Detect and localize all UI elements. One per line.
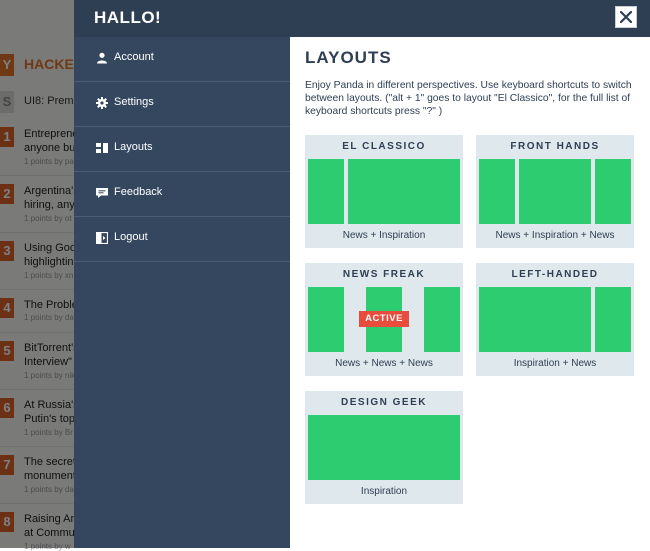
- layout-pane: [308, 287, 344, 352]
- settings-panel: HALLO! Account Settings Layouts Feedback…: [74, 0, 650, 548]
- layout-pane: [479, 287, 591, 352]
- layout-card-caption: Inspiration: [360, 486, 408, 497]
- layout-pane: [308, 159, 344, 224]
- layouts-content: LAYOUTS Enjoy Panda in different perspec…: [290, 37, 650, 548]
- sidebar-item-layouts[interactable]: Layouts: [74, 127, 290, 172]
- sidebar-item-feedback[interactable]: Feedback: [74, 172, 290, 217]
- sidebar-item-label: Logout: [114, 231, 148, 243]
- sidebar-item-label: Settings: [114, 96, 154, 108]
- gear-icon: [96, 97, 108, 109]
- layout-card-title: NEWS FREAK: [342, 269, 426, 280]
- sidebar-item-logout[interactable]: Logout: [74, 217, 290, 262]
- layout-pane: [308, 415, 460, 480]
- sidebar-item-settings[interactable]: Settings: [74, 82, 290, 127]
- layout-card-title: DESIGN GEEK: [341, 397, 427, 408]
- layout-pane: [479, 159, 515, 224]
- layout-card-design-geek[interactable]: DESIGN GEEK Inspiration: [305, 391, 463, 504]
- sidebar: Account Settings Layouts Feedback Logout: [74, 37, 290, 548]
- sidebar-item-label: Layouts: [114, 141, 153, 153]
- layouts-description: Enjoy Panda in different perspectives. U…: [305, 80, 632, 117]
- sidebar-item-label: Account: [114, 51, 154, 63]
- layout-card-front-hands[interactable]: FRONT HANDS News + Inspiration + News: [476, 135, 634, 248]
- page-title: LAYOUTS: [305, 48, 392, 67]
- layout-pane: [595, 159, 631, 224]
- sidebar-item-account[interactable]: Account: [74, 37, 290, 82]
- close-button[interactable]: [615, 6, 637, 28]
- panel-title: HALLO!: [94, 8, 162, 27]
- layout-icon: [96, 143, 108, 153]
- sidebar-item-label: Feedback: [114, 186, 163, 198]
- close-icon: [620, 11, 632, 23]
- layout-pane: [424, 287, 460, 352]
- layout-card-title: FRONT HANDS: [510, 141, 600, 152]
- chat-icon: [96, 188, 108, 198]
- user-icon: [97, 52, 107, 64]
- layout-card-left-handed[interactable]: LEFT-HANDED Inspiration + News: [476, 263, 634, 376]
- active-badge: ACTIVE: [359, 311, 409, 327]
- logout-icon: [96, 232, 108, 244]
- layout-card-caption: News + Inspiration + News: [495, 230, 615, 241]
- layout-card-news-freak[interactable]: NEWS FREAK ACTIVE News + News + News: [305, 263, 463, 376]
- layout-pane: [348, 159, 460, 224]
- layout-card-title: EL CLASSICO: [342, 141, 426, 152]
- panel-header: HALLO!: [74, 0, 650, 37]
- layout-card-caption: Inspiration + News: [513, 358, 597, 369]
- layout-card-el-classico[interactable]: EL CLASSICO News + Inspiration: [305, 135, 463, 248]
- layout-card-caption: News + News + News: [335, 358, 433, 369]
- layout-pane: [519, 159, 591, 224]
- layout-card-title: LEFT-HANDED: [511, 269, 599, 280]
- layout-card-caption: News + Inspiration: [342, 230, 426, 241]
- layout-pane: [595, 287, 631, 352]
